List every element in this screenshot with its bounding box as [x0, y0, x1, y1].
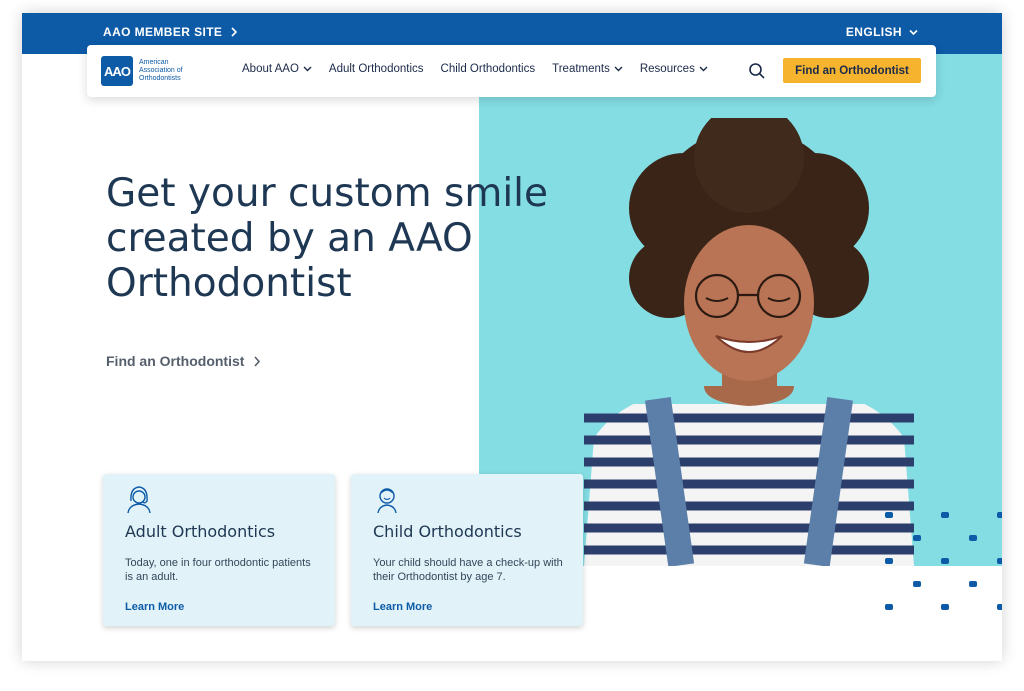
chevron-down-icon: [699, 66, 708, 72]
nav-item-about[interactable]: About AAO: [242, 63, 312, 75]
decorative-dot: [969, 535, 977, 541]
adult-woman-icon: [127, 486, 151, 514]
nav-item-resources[interactable]: Resources: [640, 63, 708, 75]
chevron-right-icon: [231, 27, 238, 37]
logo-line-2: Association of: [139, 67, 183, 74]
decorative-dot: [913, 535, 921, 541]
card-title: Adult Orthodontics: [125, 522, 276, 541]
language-selector[interactable]: ENGLISH: [846, 25, 918, 39]
search-icon[interactable]: [748, 62, 766, 80]
hero-link-label: Find an Orthodontist: [106, 353, 245, 369]
member-site-label: AAO MEMBER SITE: [103, 25, 223, 39]
hero-find-orthodontist-link[interactable]: Find an Orthodontist: [106, 353, 261, 369]
decorative-dot: [941, 512, 949, 518]
hero-person-image: [584, 118, 914, 566]
adult-orthodontics-card[interactable]: Adult Orthodontics Today, one in four or…: [103, 474, 335, 626]
member-site-link[interactable]: AAO MEMBER SITE: [103, 25, 238, 39]
nav-adult-label: Adult Orthodontics: [328, 63, 424, 75]
decorative-dot: [913, 581, 921, 587]
card-description: Your child should have a check-up with t…: [373, 557, 563, 583]
card-description: Today, one in four orthodontic patients …: [125, 557, 311, 583]
decorative-dot: [997, 604, 1002, 610]
nav-about-label: About AAO: [242, 63, 299, 75]
decorative-dot: [997, 512, 1002, 518]
chevron-down-icon: [303, 66, 312, 72]
nav-child-label: Child Orthodontics: [440, 63, 536, 75]
nav-item-child-orthodontics[interactable]: Child Orthodontics: [441, 63, 536, 75]
decorative-dot: [941, 604, 949, 610]
logo-wordmark: American Association of Orthodontists: [139, 59, 191, 83]
decorative-dot: [941, 558, 949, 564]
language-label: ENGLISH: [845, 25, 902, 39]
decorative-dot: [885, 512, 893, 518]
logo-line-3: Orthodontists: [139, 75, 181, 82]
nav-treatments-label: Treatments: [552, 63, 610, 75]
decorative-dot-pattern: [885, 512, 1002, 610]
nav-item-treatments[interactable]: Treatments: [552, 63, 623, 75]
child-icon: [377, 488, 397, 514]
nav-resources-label: Resources: [639, 63, 695, 75]
decorative-dot: [885, 558, 893, 564]
decorative-dot: [997, 558, 1002, 564]
logo-line-1: American: [139, 59, 169, 66]
learn-more-link[interactable]: Learn More: [125, 601, 184, 613]
chevron-down-icon: [909, 29, 918, 35]
chevron-right-icon: [254, 355, 261, 367]
logo-mark: AAO: [101, 56, 133, 86]
learn-more-link[interactable]: Learn More: [373, 601, 432, 613]
decorative-dot: [969, 581, 977, 587]
decorative-dot: [885, 604, 893, 610]
primary-nav: About AAO Adult Orthodontics Child Ortho…: [242, 63, 725, 75]
nav-item-adult-orthodontics[interactable]: Adult Orthodontics: [329, 63, 424, 75]
hero-title: Get your custom smile created by an AAO …: [106, 171, 548, 306]
main-navbar: AAO American Association of Orthodontist…: [87, 45, 936, 97]
child-orthodontics-card[interactable]: Child Orthodontics Your child should hav…: [351, 474, 583, 626]
find-orthodontist-button[interactable]: Find an Orthodontist: [783, 58, 921, 83]
chevron-down-icon: [614, 66, 623, 72]
browser-frame: AAO MEMBER SITE ENGLISH AAO American Ass…: [22, 13, 1002, 661]
aao-logo[interactable]: AAO American Association of Orthodontist…: [101, 56, 191, 86]
card-title: Child Orthodontics: [373, 522, 522, 541]
